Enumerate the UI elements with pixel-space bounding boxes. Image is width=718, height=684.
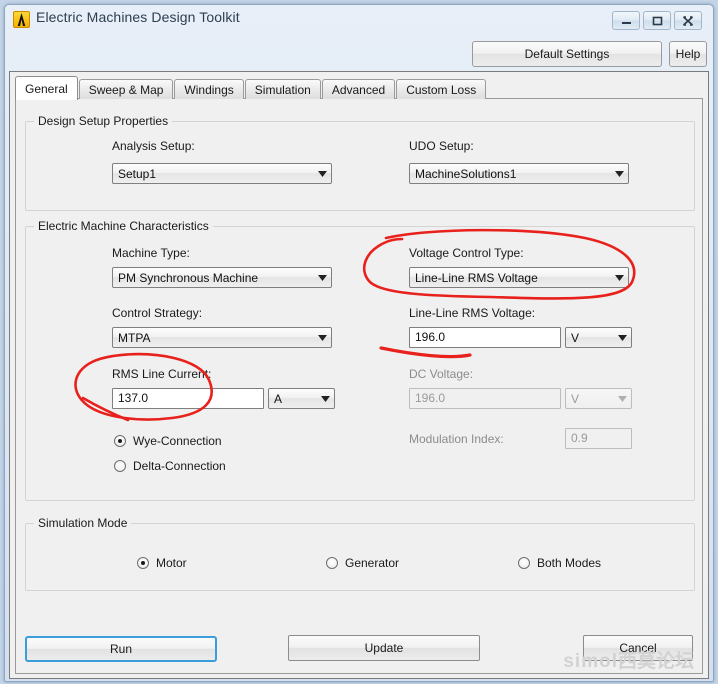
rms-line-current-label: RMS Line Current: <box>112 367 212 381</box>
chevron-down-icon <box>313 274 331 281</box>
control-strategy-value: MTPA <box>118 330 151 345</box>
rms-line-current-unit-value: A <box>274 391 283 406</box>
udo-setup-label: UDO Setup: <box>409 139 474 153</box>
simulation-mode-both-radio[interactable]: Both Modes <box>518 556 601 570</box>
simulation-mode-both-label: Both Modes <box>537 556 602 570</box>
wye-connection-label: Wye-Connection <box>133 434 222 448</box>
radio-mark-icon <box>137 557 149 569</box>
minimize-button[interactable] <box>612 11 640 30</box>
tab-panel-general: Design Setup Properties Analysis Setup: … <box>15 98 703 674</box>
simulation-mode-group-label: Simulation Mode <box>34 516 132 530</box>
machine-characteristics-group-label: Electric Machine Characteristics <box>34 219 213 233</box>
radio-mark-icon <box>326 557 338 569</box>
dc-voltage-unit-combobox: V <box>565 388 632 409</box>
machine-type-label: Machine Type: <box>112 246 190 260</box>
dc-voltage-input: 196.0 <box>409 388 561 409</box>
line-line-rms-voltage-label: Line-Line RMS Voltage: <box>409 306 536 320</box>
simulation-mode-generator-label: Generator <box>345 556 400 570</box>
modulation-index-label: Modulation Index: <box>409 432 504 446</box>
udo-setup-value: MachineSolutions1 <box>415 166 517 181</box>
rms-line-current-input[interactable]: 137.0 <box>112 388 264 409</box>
maximize-button[interactable] <box>643 11 671 30</box>
wye-connection-radio[interactable]: Wye-Connection <box>114 434 222 448</box>
rms-line-current-unit-combobox[interactable]: A <box>268 388 335 409</box>
update-button[interactable]: Update <box>288 635 480 661</box>
design-setup-properties-group: Design Setup Properties Analysis Setup: … <box>25 114 695 211</box>
title-bar: Electric Machines Design Toolkit <box>5 5 713 35</box>
watermark-latin: simol <box>563 651 618 672</box>
chevron-down-icon <box>613 395 631 402</box>
tab-bar: General Sweep & Map Windings Simulation … <box>15 76 487 100</box>
run-button[interactable]: Run <box>25 636 217 662</box>
tab-windings[interactable]: Windings <box>174 79 244 99</box>
analysis-setup-value: Setup1 <box>118 166 157 181</box>
line-line-rms-voltage-unit-value: V <box>571 330 580 345</box>
ansys-lambda-icon <box>13 11 30 28</box>
watermark-chinese: 西莫论坛 <box>617 651 694 672</box>
voltage-control-type-value: Line-Line RMS Voltage <box>415 270 538 285</box>
design-setup-group-label: Design Setup Properties <box>34 114 173 128</box>
chevron-down-icon <box>613 334 631 341</box>
delta-connection-radio[interactable]: Delta-Connection <box>114 459 226 473</box>
chevron-down-icon <box>610 274 628 281</box>
dc-voltage-unit-value: V <box>571 391 580 406</box>
analysis-setup-label: Analysis Setup: <box>112 139 195 153</box>
chevron-down-icon <box>316 395 334 402</box>
udo-setup-combobox[interactable]: MachineSolutions1 <box>409 163 629 184</box>
default-settings-button[interactable]: Default Settings <box>472 41 662 67</box>
chevron-down-icon <box>313 334 331 341</box>
simulation-mode-generator-radio[interactable]: Generator <box>326 556 399 570</box>
control-strategy-label: Control Strategy: <box>112 306 203 320</box>
radio-mark-icon <box>518 557 530 569</box>
close-button[interactable] <box>674 11 702 30</box>
machine-type-value: PM Synchronous Machine <box>118 270 259 285</box>
voltage-control-type-label: Voltage Control Type: <box>409 246 524 260</box>
application-window: Electric Machines Design Toolkit Default… <box>4 4 714 682</box>
dc-voltage-label: DC Voltage: <box>409 367 474 381</box>
simulation-mode-motor-radio[interactable]: Motor <box>137 556 187 570</box>
tab-simulation[interactable]: Simulation <box>244 79 321 99</box>
tab-custom-loss[interactable]: Custom Loss <box>396 79 487 99</box>
simulation-mode-group: Simulation Mode Motor Generator Both Mod… <box>25 516 695 591</box>
simulation-mode-motor-label: Motor <box>156 556 187 570</box>
window-title: Electric Machines Design Toolkit <box>36 9 240 25</box>
line-line-rms-voltage-unit-combobox[interactable]: V <box>565 327 632 348</box>
line-line-rms-voltage-input[interactable]: 196.0 <box>409 327 561 348</box>
voltage-control-type-combobox[interactable]: Line-Line RMS Voltage <box>409 267 629 288</box>
help-button[interactable]: Help <box>669 41 707 67</box>
modulation-index-input: 0.9 <box>565 428 632 449</box>
delta-connection-label: Delta-Connection <box>133 459 226 473</box>
machine-type-combobox[interactable]: PM Synchronous Machine <box>112 267 332 288</box>
radio-mark-icon <box>114 435 126 447</box>
electric-machine-characteristics-group: Electric Machine Characteristics Machine… <box>25 219 695 501</box>
tab-advanced[interactable]: Advanced <box>321 79 396 99</box>
radio-mark-icon <box>114 460 126 472</box>
control-strategy-combobox[interactable]: MTPA <box>112 327 332 348</box>
analysis-setup-combobox[interactable]: Setup1 <box>112 163 332 184</box>
tab-general[interactable]: General <box>15 76 78 100</box>
chevron-down-icon <box>313 170 331 177</box>
chevron-down-icon <box>610 170 628 177</box>
watermark: simol西莫论坛 <box>563 646 694 673</box>
tab-sweep-map[interactable]: Sweep & Map <box>78 79 174 99</box>
client-area: General Sweep & Map Windings Simulation … <box>9 71 709 679</box>
